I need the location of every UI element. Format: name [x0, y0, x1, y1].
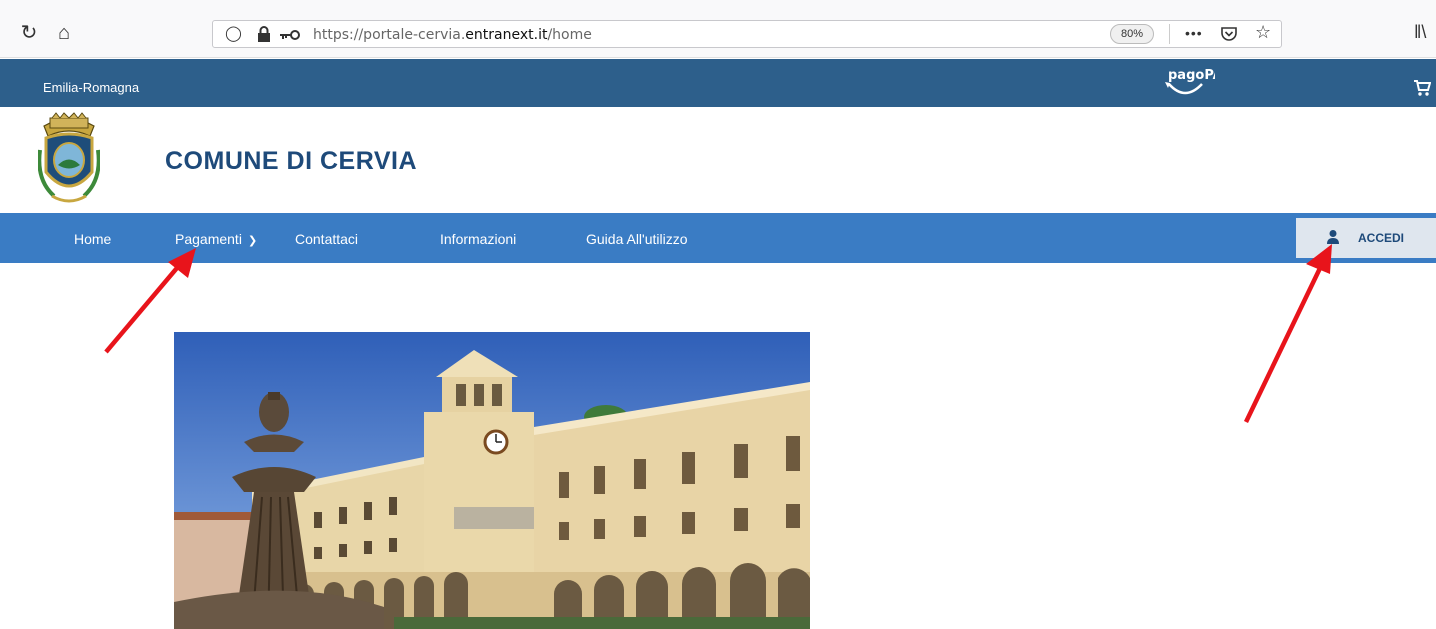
zoom-indicator[interactable]: 80% — [1110, 24, 1154, 44]
main-nav: Home Pagamenti ❯ Contattaci Informazioni … — [0, 213, 1436, 263]
reload-icon[interactable]: ↻ — [18, 22, 40, 44]
more-actions-icon[interactable]: ••• — [1185, 25, 1203, 41]
key-icon[interactable] — [279, 29, 301, 41]
nav-item-contattaci[interactable]: Contattaci — [295, 231, 358, 247]
shield-icon[interactable]: ◯ — [225, 24, 242, 42]
pagopa-logo[interactable]: pagoPA — [1155, 62, 1215, 104]
lock-icon[interactable] — [257, 26, 271, 42]
region-label[interactable]: Emilia-Romagna — [43, 80, 139, 95]
chevron-down-icon: ❯ — [247, 235, 258, 247]
annotation-arrow-icon — [1243, 244, 1332, 423]
bookmark-star-icon[interactable]: ☆ — [1255, 22, 1271, 43]
url-domain: entranext.it — [465, 27, 548, 43]
town-hall-photo — [174, 332, 810, 629]
url-text[interactable]: https://portale-cervia.entranext.it/home — [313, 27, 592, 43]
page-title[interactable]: COMUNE DI CERVIA — [165, 147, 417, 176]
annotation-arrow-icon — [104, 248, 196, 354]
cart-icon[interactable] — [1413, 79, 1431, 97]
login-label: ACCEDI — [1358, 231, 1405, 245]
url-suffix: /home — [547, 27, 592, 43]
url-bar[interactable]: ◯ https://portale-cervia.entranext.it/ho… — [212, 20, 1282, 48]
home-icon[interactable]: ⌂ — [53, 22, 75, 44]
url-prefix: https://portale-cervia. — [313, 27, 466, 43]
nav-item-guida[interactable]: Guida All'utilizzo — [586, 231, 688, 247]
municipal-crest-logo[interactable] — [38, 110, 100, 208]
pocket-icon[interactable] — [1220, 26, 1238, 43]
browser-toolbar: ↻ ⌂ ◯ https://portale-cervia.entranext.i… — [0, 0, 1436, 58]
library-icon[interactable]: ‖\ — [1414, 22, 1426, 43]
pagopa-logo-text: pagoPA — [1168, 68, 1215, 83]
region-bar: Emilia-Romagna — [0, 59, 1436, 107]
nav-item-informazioni[interactable]: Informazioni — [440, 231, 516, 247]
url-divider — [1169, 24, 1170, 44]
